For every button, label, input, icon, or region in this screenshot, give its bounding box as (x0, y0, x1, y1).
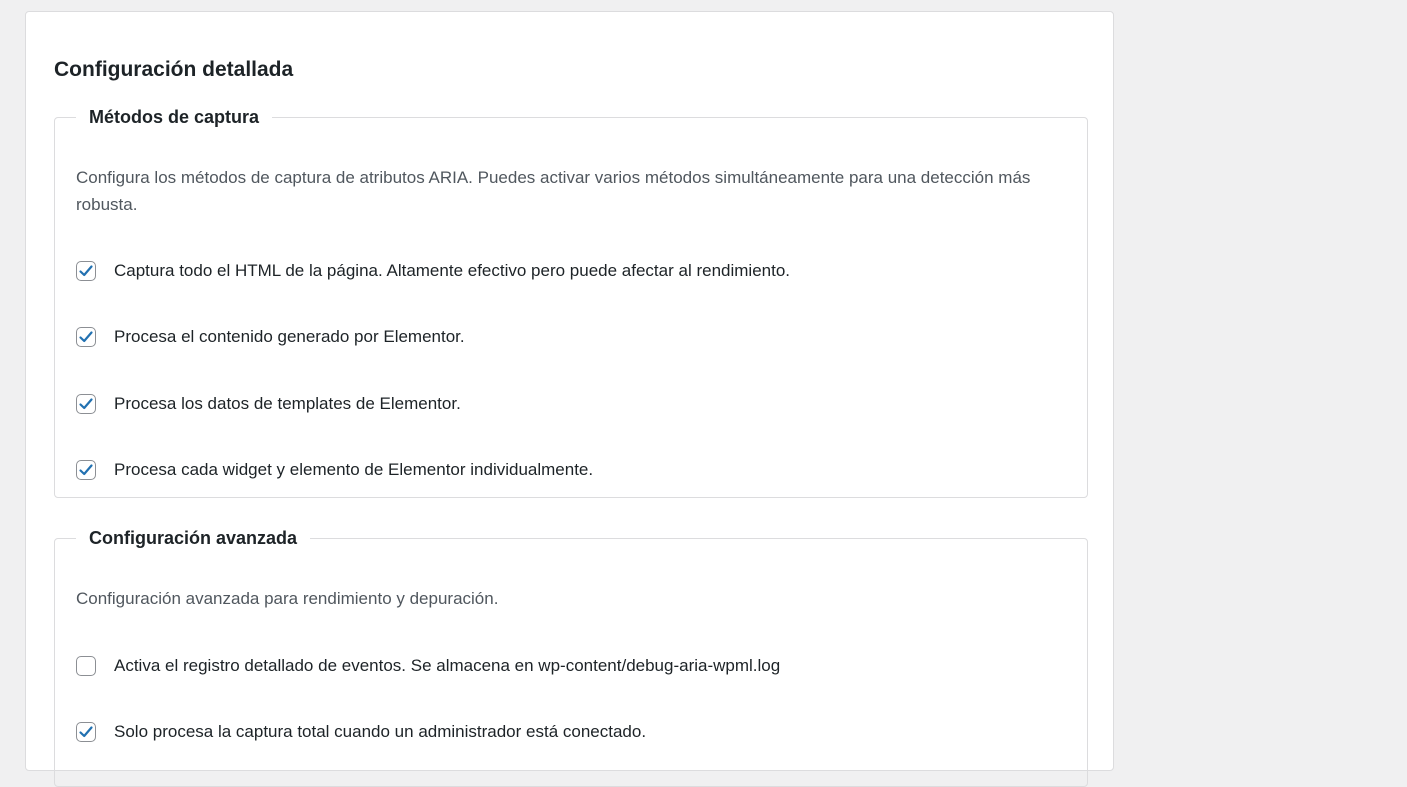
page-title: Configuración detallada (54, 58, 294, 81)
section-title-advanced-settings: Configuración avanzada (89, 528, 298, 548)
checkmark-icon (79, 398, 93, 410)
option-label: Captura todo el HTML de la página. Altam… (114, 261, 790, 280)
checkmark-icon (79, 331, 93, 343)
option-elementor-templates[interactable]: Procesa los datos de templates de Elemen… (76, 392, 461, 416)
option-label: Procesa el contenido generado por Elemen… (114, 327, 465, 346)
checkbox-elementor-content[interactable] (76, 327, 96, 347)
option-label: Solo procesa la captura total cuando un … (114, 722, 647, 741)
checkmark-icon (79, 464, 93, 476)
option-capture-full-html[interactable]: Captura todo el HTML de la página. Altam… (76, 259, 790, 283)
checkmark-icon (79, 265, 93, 277)
checkmark-icon (79, 726, 93, 738)
capture-methods-section: Métodos de captura Configura los métodos… (54, 106, 1088, 498)
checkbox-admin-only[interactable] (76, 722, 96, 742)
option-admin-only[interactable]: Solo procesa la captura total cuando un … (76, 720, 646, 744)
checkbox-elementor-templates[interactable] (76, 394, 96, 414)
checkbox-debug-logging[interactable] (76, 656, 96, 676)
option-label: Activa el registro detallado de eventos.… (114, 656, 781, 675)
option-elementor-content[interactable]: Procesa el contenido generado por Elemen… (76, 325, 465, 349)
settings-card: Configuración detallada Métodos de captu… (25, 11, 1114, 787)
section-description-capture-methods: Configura los métodos de captura de atri… (76, 168, 1031, 214)
option-debug-logging[interactable]: Activa el registro detallado de eventos.… (76, 654, 780, 678)
option-label: Procesa los datos de templates de Elemen… (114, 394, 461, 413)
checkbox-elementor-widgets[interactable] (76, 460, 96, 480)
section-description-advanced-settings: Configuración avanzada para rendimiento … (76, 589, 499, 608)
advanced-settings-section: Configuración avanzada Configuración ava… (54, 527, 1088, 787)
checkbox-capture-full-html[interactable] (76, 261, 96, 281)
option-elementor-widgets[interactable]: Procesa cada widget y elemento de Elemen… (76, 458, 593, 482)
section-title-capture-methods: Métodos de captura (89, 107, 260, 127)
option-label: Procesa cada widget y elemento de Elemen… (114, 460, 594, 479)
